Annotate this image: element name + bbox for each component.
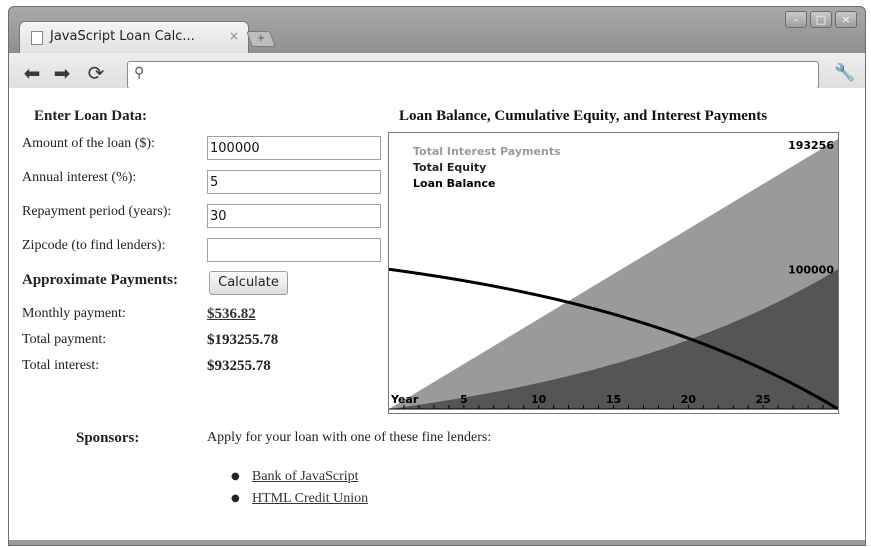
sponsors-intro: Apply for your loan with one of these fi… xyxy=(207,430,492,445)
loan-data-heading: Enter Loan Data: xyxy=(34,108,148,124)
period-input[interactable] xyxy=(207,204,381,228)
new-tab-button[interactable]: + xyxy=(246,31,276,47)
x-tick-label: 15 xyxy=(606,393,621,406)
monthly-payment-value: $536.82 xyxy=(207,306,256,322)
principal-label: 100000 xyxy=(788,263,834,276)
page-icon xyxy=(31,31,43,45)
total-interest-label: Total interest: xyxy=(22,358,100,373)
sponsors-heading: Sponsors: xyxy=(76,430,140,446)
amount-label: Amount of the loan ($): xyxy=(22,136,155,151)
legend-loan-balance: Loan Balance xyxy=(413,177,495,190)
legend-total-interest: Total Interest Payments xyxy=(413,145,561,158)
address-bar[interactable]: ⚲ xyxy=(127,61,819,89)
total-payment-label: Total payment: xyxy=(22,332,107,347)
zipcode-label: Zipcode (to find lenders): xyxy=(22,238,166,253)
tab-close-icon[interactable]: × xyxy=(229,29,239,43)
total-interest-value: $93255.78 xyxy=(207,358,271,374)
maximize-button[interactable]: □ xyxy=(810,11,832,28)
loan-chart: 5 10 15 20 25 Year Total Interest Payments T… xyxy=(388,132,839,414)
minimize-button[interactable]: – xyxy=(785,11,807,28)
reload-icon[interactable]: ⟳ xyxy=(83,61,109,85)
approx-payments-heading: Approximate Payments: xyxy=(22,272,178,288)
x-tick-label: 5 xyxy=(460,393,468,406)
interest-input[interactable] xyxy=(207,170,381,194)
search-icon: ⚲ xyxy=(134,65,145,81)
zipcode-input[interactable] xyxy=(207,238,381,262)
max-payment-label: 193256 xyxy=(788,139,834,152)
x-tick-label: 10 xyxy=(531,393,547,406)
total-payment-value: $193255.78 xyxy=(207,332,279,348)
period-label: Repayment period (years): xyxy=(22,204,172,219)
lender-link-bank-of-javascript[interactable]: Bank of JavaScript xyxy=(252,469,359,485)
x-axis-label: Year xyxy=(390,393,419,406)
window-controls: – □ × xyxy=(785,11,857,28)
close-window-button[interactable]: × xyxy=(835,11,857,28)
wrench-icon[interactable]: 🔧 xyxy=(834,63,855,83)
calculate-button[interactable]: Calculate xyxy=(209,271,288,295)
browser-tab[interactable]: JavaScript Loan Calc... × xyxy=(19,21,249,53)
back-arrow-icon[interactable]: ⬅ xyxy=(19,61,45,85)
amount-input[interactable] xyxy=(207,136,381,160)
list-bullet: ● xyxy=(231,471,240,482)
monthly-payment-label: Monthly payment: xyxy=(22,306,126,321)
tab-title: JavaScript Loan Calc... xyxy=(50,29,195,44)
lender-link-html-credit-union[interactable]: HTML Credit Union xyxy=(252,491,368,507)
x-tick-label: 20 xyxy=(681,393,697,406)
legend-total-equity: Total Equity xyxy=(413,161,486,174)
forward-arrow-icon[interactable]: ➡ xyxy=(49,61,75,85)
x-tick-label: 25 xyxy=(756,393,771,406)
list-bullet: ● xyxy=(231,493,240,504)
title-bar: JavaScript Loan Calc... × + – □ × xyxy=(9,7,865,57)
chart-svg: 5 10 15 20 25 Year Total Interest Payments T… xyxy=(389,139,838,411)
plus-icon: + xyxy=(256,33,266,44)
chart-title: Loan Balance, Cumulative Equity, and Int… xyxy=(399,108,768,124)
interest-label: Annual interest (%): xyxy=(22,170,137,185)
